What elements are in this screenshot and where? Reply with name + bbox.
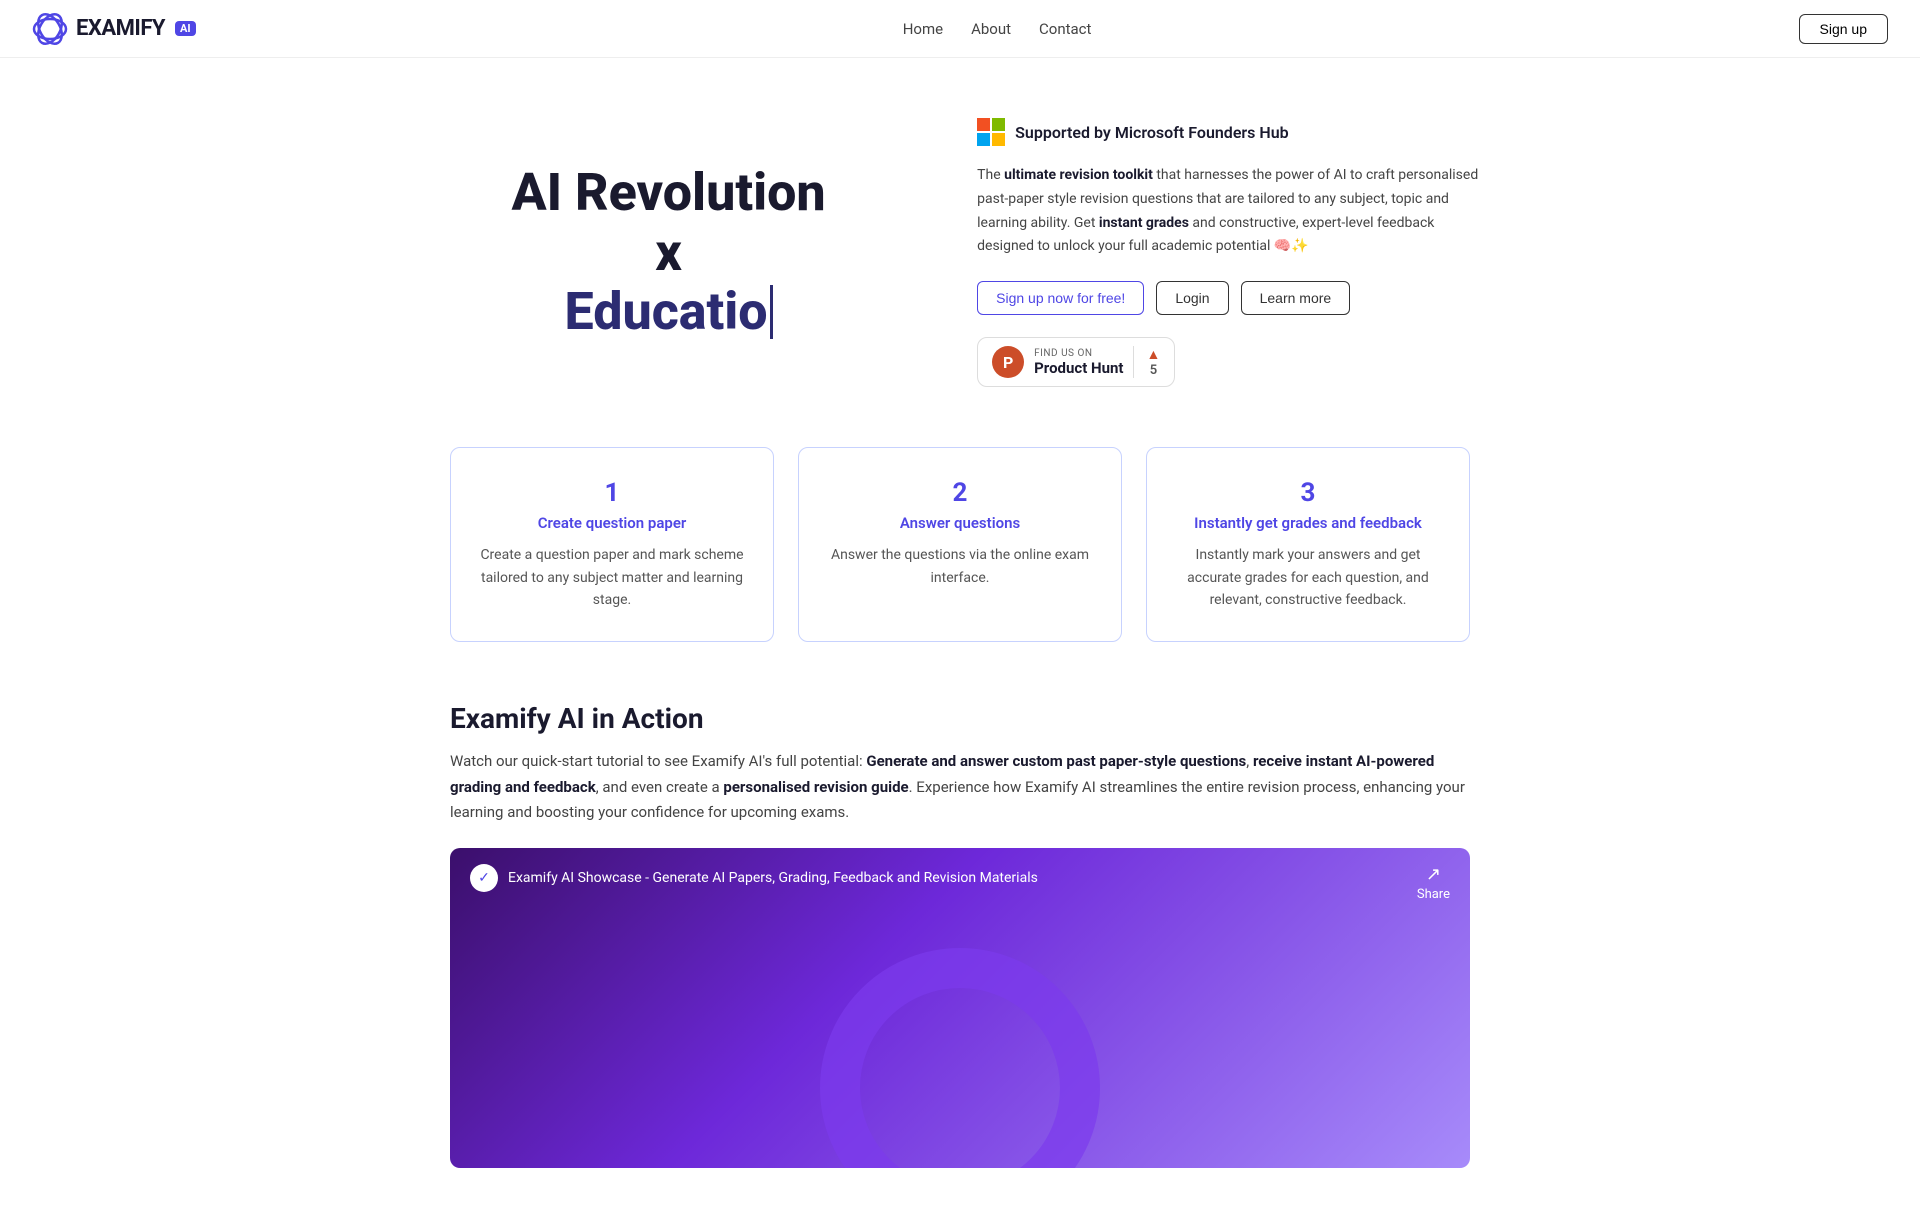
microsoft-badge: Supported by Microsoft Founders Hub xyxy=(977,118,1480,146)
step-title-1: Create question paper xyxy=(475,514,749,532)
video-title-bar: ✓ Examify AI Showcase - Generate AI Pape… xyxy=(470,864,1038,892)
nav-about[interactable]: About xyxy=(971,20,1011,38)
logo[interactable]: EXAMIFY AI xyxy=(32,11,196,47)
video-container[interactable]: ✓ Examify AI Showcase - Generate AI Pape… xyxy=(450,848,1470,1168)
share-icon: ↗ xyxy=(1426,864,1441,885)
ph-name-label: Product Hunt xyxy=(1034,359,1123,377)
ms-blue xyxy=(977,133,990,146)
hero-title: AI Revolution x Educatio xyxy=(440,163,897,342)
navbar: EXAMIFY AI Home About Contact Sign up xyxy=(0,0,1920,58)
bold-revision-guide: personalised revision guide xyxy=(723,778,908,796)
hero-right: Supported by Microsoft Founders Hub The … xyxy=(977,118,1480,387)
steps-section: 1 Create question paper Create a questio… xyxy=(410,447,1510,642)
video-check-icon: ✓ xyxy=(470,864,498,892)
product-hunt-icon: P xyxy=(992,346,1024,378)
ms-red xyxy=(977,118,990,131)
signup-free-button[interactable]: Sign up now for free! xyxy=(977,281,1144,315)
learn-more-button[interactable]: Learn more xyxy=(1241,281,1351,315)
microsoft-logo xyxy=(977,118,1005,146)
nav-links: Home About Contact xyxy=(903,20,1092,38)
logo-icon xyxy=(32,11,68,47)
action-description: Watch our quick-start tutorial to see Ex… xyxy=(450,749,1470,826)
product-hunt-text: FIND US ON Product Hunt xyxy=(1034,348,1123,377)
step-number-3: 3 xyxy=(1171,478,1445,508)
step-number-1: 1 xyxy=(475,478,749,508)
ph-find-label: FIND US ON xyxy=(1034,348,1123,359)
ms-badge-text: Supported by Microsoft Founders Hub xyxy=(1015,123,1289,142)
ph-votes: ▲ 5 xyxy=(1133,346,1160,378)
step-number-2: 2 xyxy=(823,478,1097,508)
ph-upvote-arrow: ▲ xyxy=(1146,346,1160,363)
bold-instant-grades: instant grades xyxy=(1099,215,1189,231)
hero-title-line2: x xyxy=(440,223,897,283)
step-card-2: 2 Answer questions Answer the questions … xyxy=(798,447,1122,642)
action-title: Examify AI in Action xyxy=(450,702,1470,735)
hero-description: The ultimate revision toolkit that harne… xyxy=(977,164,1480,259)
step-title-3: Instantly get grades and feedback xyxy=(1171,514,1445,532)
step-title-2: Answer questions xyxy=(823,514,1097,532)
action-section: Examify AI in Action Watch our quick-sta… xyxy=(410,702,1510,1208)
video-title-text: Examify AI Showcase - Generate AI Papers… xyxy=(508,870,1038,886)
hero-section: AI Revolution x Educatio Supported by Mi… xyxy=(360,58,1560,427)
video-share-button[interactable]: ↗ Share xyxy=(1417,864,1450,902)
bold-revision-toolkit: ultimate revision toolkit xyxy=(1004,167,1153,183)
ms-green xyxy=(992,118,1005,131)
step-desc-2: Answer the questions via the online exam… xyxy=(823,544,1097,589)
hero-title-line1: AI Revolution xyxy=(511,162,825,223)
ph-vote-count: 5 xyxy=(1150,363,1157,378)
login-button[interactable]: Login xyxy=(1156,281,1228,315)
signup-button[interactable]: Sign up xyxy=(1799,14,1888,44)
ms-yellow xyxy=(992,133,1005,146)
nav-contact[interactable]: Contact xyxy=(1039,20,1091,38)
hero-left: AI Revolution x Educatio xyxy=(440,163,897,342)
step-card-1: 1 Create question paper Create a questio… xyxy=(450,447,774,642)
video-decoration-circle xyxy=(820,948,1100,1168)
nav-home[interactable]: Home xyxy=(903,20,943,38)
logo-ai-badge: AI xyxy=(175,21,196,36)
share-label: Share xyxy=(1417,887,1450,902)
text-cursor xyxy=(770,285,773,339)
bold-generate: Generate and answer custom past paper-st… xyxy=(866,752,1246,770)
hero-buttons: Sign up now for free! Login Learn more xyxy=(977,281,1480,315)
step-card-3: 3 Instantly get grades and feedback Inst… xyxy=(1146,447,1470,642)
logo-text: EXAMIFY xyxy=(76,16,165,41)
step-desc-1: Create a question paper and mark scheme … xyxy=(475,544,749,611)
hero-title-line3: Educatio xyxy=(440,282,897,342)
product-hunt-badge[interactable]: P FIND US ON Product Hunt ▲ 5 xyxy=(977,337,1175,387)
step-desc-3: Instantly mark your answers and get accu… xyxy=(1171,544,1445,611)
